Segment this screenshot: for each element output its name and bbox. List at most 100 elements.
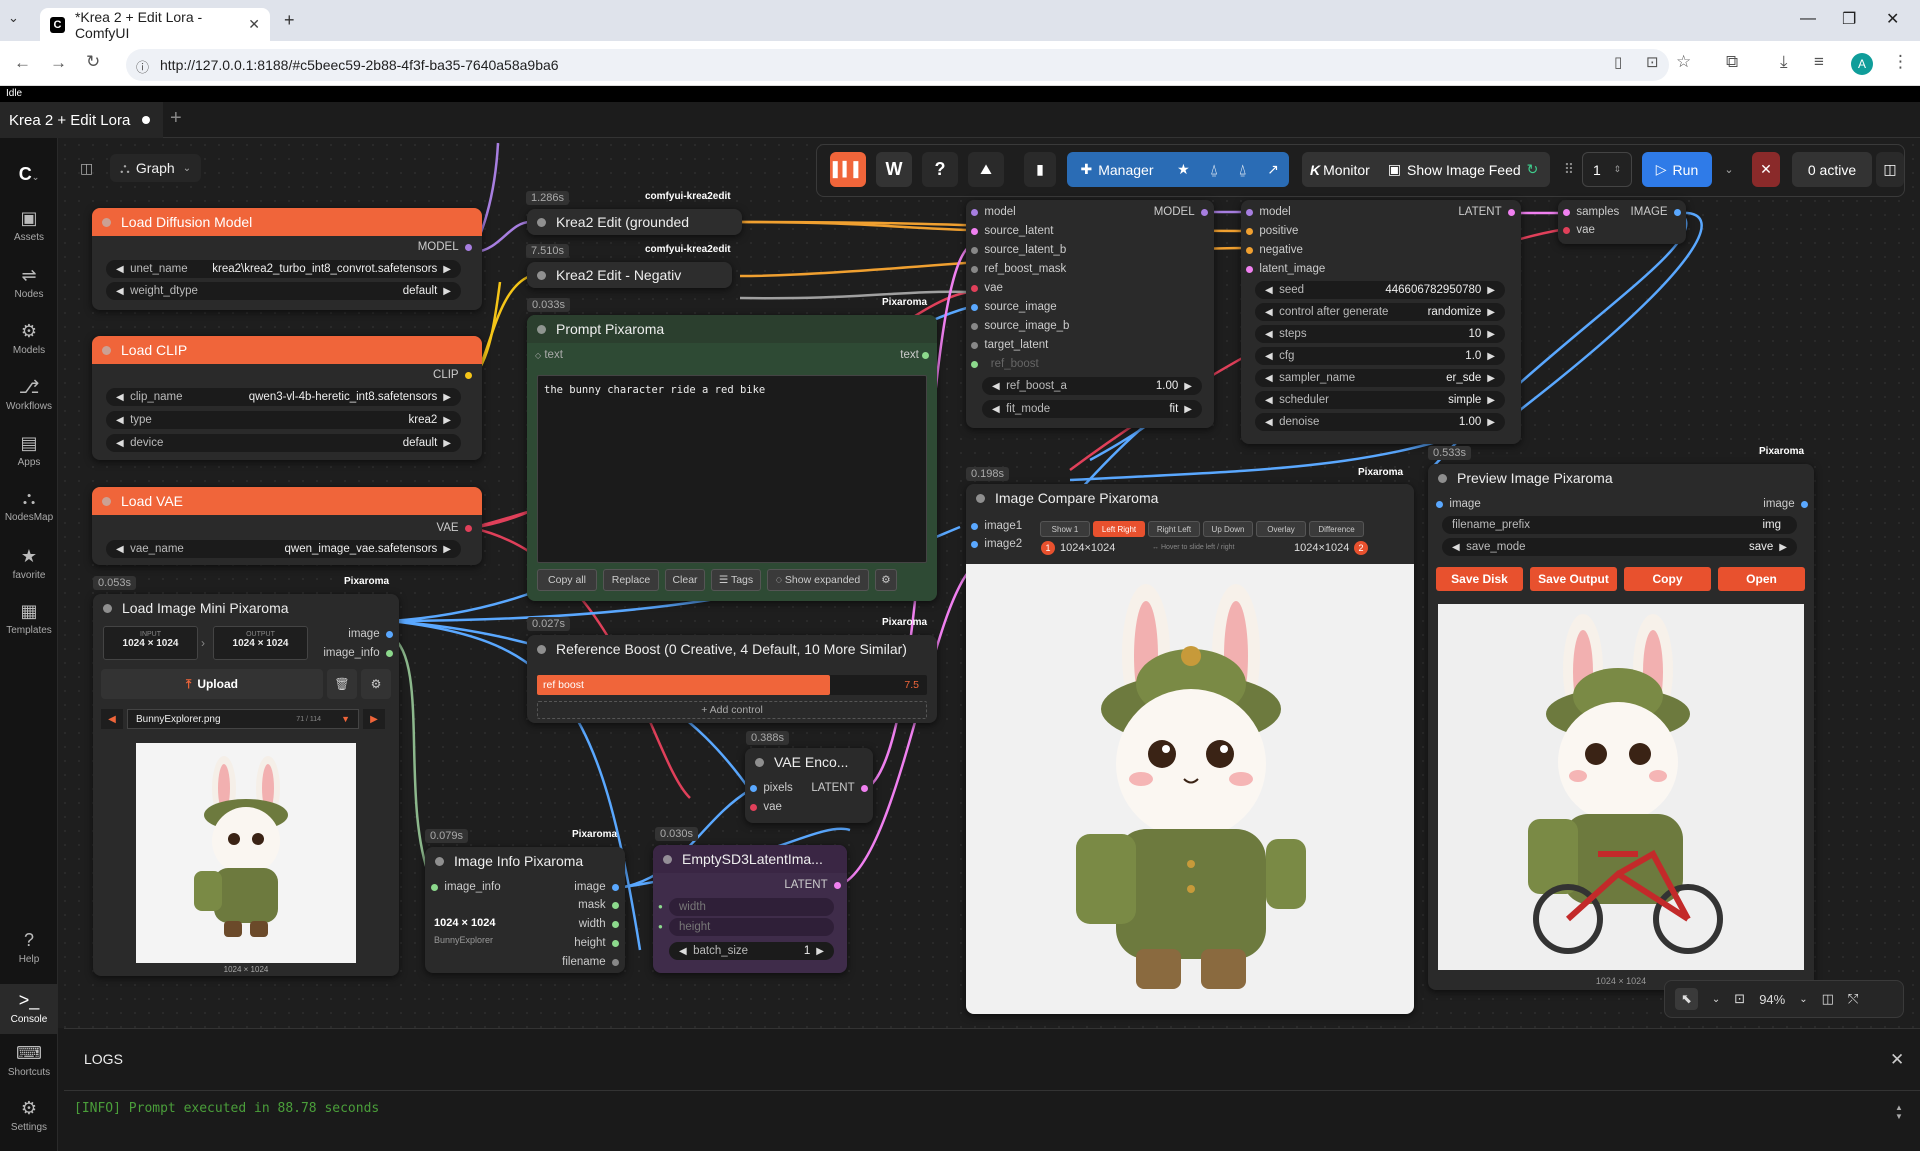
input-samples[interactable]: samples — [1563, 206, 1619, 218]
bookmark-button[interactable]: ▮ — [1024, 152, 1056, 187]
port-dot[interactable] — [1246, 227, 1253, 235]
input-positive[interactable]: positive — [1246, 225, 1298, 237]
batch-size-input[interactable]: ◀ batch_size 1 ▶ — [669, 942, 834, 960]
height-input[interactable]: height — [669, 918, 834, 936]
settings-button[interactable]: ⚙ — [361, 669, 391, 699]
output-filename[interactable]: filename — [562, 956, 619, 968]
arrow-left-icon[interactable]: ◀ — [1265, 307, 1273, 318]
arrow-right-icon[interactable]: ▶ — [816, 946, 824, 957]
collapse-dot[interactable] — [103, 603, 112, 613]
input-model[interactable]: model — [1246, 206, 1291, 218]
a2-icon[interactable]: ⍙ — [1239, 161, 1247, 178]
port-dot[interactable] — [750, 803, 757, 811]
node-vae-decode[interactable]: samples vae IMAGE — [1558, 200, 1686, 244]
collapse-dot[interactable] — [755, 757, 764, 767]
port-dot[interactable] — [465, 371, 472, 379]
arrow-right-icon[interactable]: ▶ — [443, 544, 451, 555]
node-header[interactable]: VAE Enco... — [745, 748, 873, 776]
output-model[interactable]: MODEL — [1154, 206, 1208, 218]
node-krea2-edit-model[interactable]: MODEL model source_latent source_latent_… — [966, 200, 1214, 428]
arrow-right-icon[interactable]: ▶ — [1487, 395, 1495, 406]
arrow-left-icon[interactable]: ◀ — [1265, 417, 1273, 428]
collapse-dot[interactable] — [537, 324, 546, 334]
arrow-left-icon[interactable]: ◀ — [1265, 285, 1273, 296]
open-button[interactable]: Open — [1718, 567, 1805, 591]
arrow-right-icon[interactable]: ▶ — [1487, 329, 1495, 340]
node-header[interactable]: Load Diffusion Model — [92, 208, 482, 236]
mode-right-left[interactable]: Right Left — [1148, 521, 1200, 537]
queue-count-input[interactable]: 1 ⇕ — [1582, 152, 1632, 187]
input-image1[interactable]: image1 — [971, 520, 1022, 532]
port-dot[interactable] — [971, 208, 978, 216]
node-header[interactable]: Load CLIP — [92, 336, 482, 364]
arrow-left-icon[interactable]: ◀ — [116, 392, 124, 403]
node-header[interactable]: EmptySD3LatentIma... — [653, 845, 847, 873]
settings-button[interactable]: ⚙ — [875, 569, 897, 591]
mode-left-right[interactable]: Left Right — [1093, 521, 1145, 537]
w-button[interactable]: W — [876, 152, 912, 187]
node-load-image-mini[interactable]: Load Image Mini Pixaroma image image_inf… — [93, 594, 399, 976]
port-dot[interactable] — [431, 883, 438, 891]
port-dot[interactable] — [1436, 500, 1443, 508]
output-text[interactable]: text — [900, 349, 929, 361]
pointer-icon[interactable]: ⬉ — [1675, 988, 1698, 1010]
node-load-clip[interactable]: Load CLIP CLIP ◀ clip_name qwen3-vl-4b-he… — [92, 336, 482, 460]
port-dot[interactable] — [465, 243, 472, 251]
chevron-down-icon[interactable]: ⌄ — [1712, 994, 1720, 1005]
output-latent[interactable]: LATENT — [784, 879, 841, 891]
input-image-info[interactable]: image_info — [431, 881, 501, 893]
cfg-input[interactable]: ◀ cfg 1.0 ▶ — [1255, 347, 1505, 365]
input-image2[interactable]: image2 — [971, 538, 1022, 550]
port-dot[interactable] — [750, 784, 757, 792]
port-dot[interactable] — [1246, 265, 1253, 273]
node-header[interactable]: Load Image Mini Pixaroma — [93, 594, 399, 622]
arrow-right-icon[interactable]: ▶ — [443, 286, 451, 297]
input-source-latent[interactable]: source_latent — [971, 225, 1053, 237]
monitor-group[interactable]: K Monitor ▣ Show Image Feed ↻ — [1302, 152, 1550, 187]
a-icon[interactable]: ⍙ — [1210, 161, 1218, 178]
port-dot[interactable] — [971, 284, 978, 292]
input-negative[interactable]: negative — [1246, 244, 1303, 256]
scheduler-combo[interactable]: ◀ scheduler simple ▶ — [1255, 391, 1505, 409]
port-dot[interactable]: ◇ — [535, 351, 541, 360]
port-dot[interactable] — [1201, 208, 1208, 216]
filename-prefix-input[interactable]: filename_prefix img — [1442, 516, 1797, 534]
output-latent[interactable]: LATENT — [811, 782, 868, 794]
output-height[interactable]: height — [574, 937, 619, 949]
port-dot[interactable] — [1801, 500, 1808, 508]
arrow-right-icon[interactable]: ▶ — [1487, 373, 1495, 384]
clear-button[interactable]: Clear — [665, 569, 705, 591]
output-latent[interactable]: LATENT — [1458, 206, 1515, 218]
node-image-info[interactable]: Image Info Pixaroma image_info image mas… — [425, 847, 625, 973]
star-icon[interactable]: ★ — [1177, 161, 1190, 178]
node-reference-boost[interactable]: Reference Boost (0 Creative, 4 Default, … — [527, 635, 937, 723]
port-dot[interactable] — [1246, 208, 1253, 216]
node-vae-encode[interactable]: VAE Enco... pixels vae LATENT — [745, 748, 873, 823]
node-header[interactable]: Krea2 Edit (grounded — [527, 209, 742, 235]
delete-image-button[interactable]: 🗑 — [327, 669, 357, 699]
port-dot[interactable] — [612, 958, 619, 966]
port-dot[interactable] — [971, 360, 978, 368]
drag-handle-icon[interactable]: ⠿ — [1562, 152, 1576, 187]
mode-overlay[interactable]: Overlay — [1256, 521, 1306, 537]
collapse-dot[interactable] — [435, 856, 444, 866]
input-source-image[interactable]: source_image — [971, 301, 1057, 313]
arrow-left-icon[interactable]: ◀ — [116, 544, 124, 555]
arrow-left-icon[interactable]: ◀ — [992, 381, 1000, 392]
add-control-button[interactable]: + Add control — [537, 701, 927, 719]
steps-input[interactable]: ◀ steps 10 ▶ — [1255, 325, 1505, 343]
next-file-button[interactable]: ▶ — [363, 709, 385, 729]
arrow-right-icon[interactable]: ▶ — [443, 415, 451, 426]
port-dot[interactable] — [971, 246, 978, 254]
arrow-right-icon[interactable]: ▶ — [1487, 351, 1495, 362]
port-dot[interactable] — [612, 920, 619, 928]
manager-button[interactable]: ✚ Manager — [1067, 152, 1167, 187]
run-button[interactable]: ▷ Run — [1642, 152, 1712, 187]
output-mask[interactable]: mask — [578, 899, 619, 911]
arrow-left-icon[interactable]: ◀ — [679, 946, 687, 957]
output-image[interactable]: image — [348, 628, 393, 640]
port-dot[interactable] — [612, 939, 619, 947]
minimap-icon[interactable]: ◫ — [1822, 991, 1834, 1007]
share-icon[interactable]: ↗ — [1267, 161, 1279, 178]
ref-boost-slider[interactable]: ref boost 7.5 — [537, 675, 927, 695]
